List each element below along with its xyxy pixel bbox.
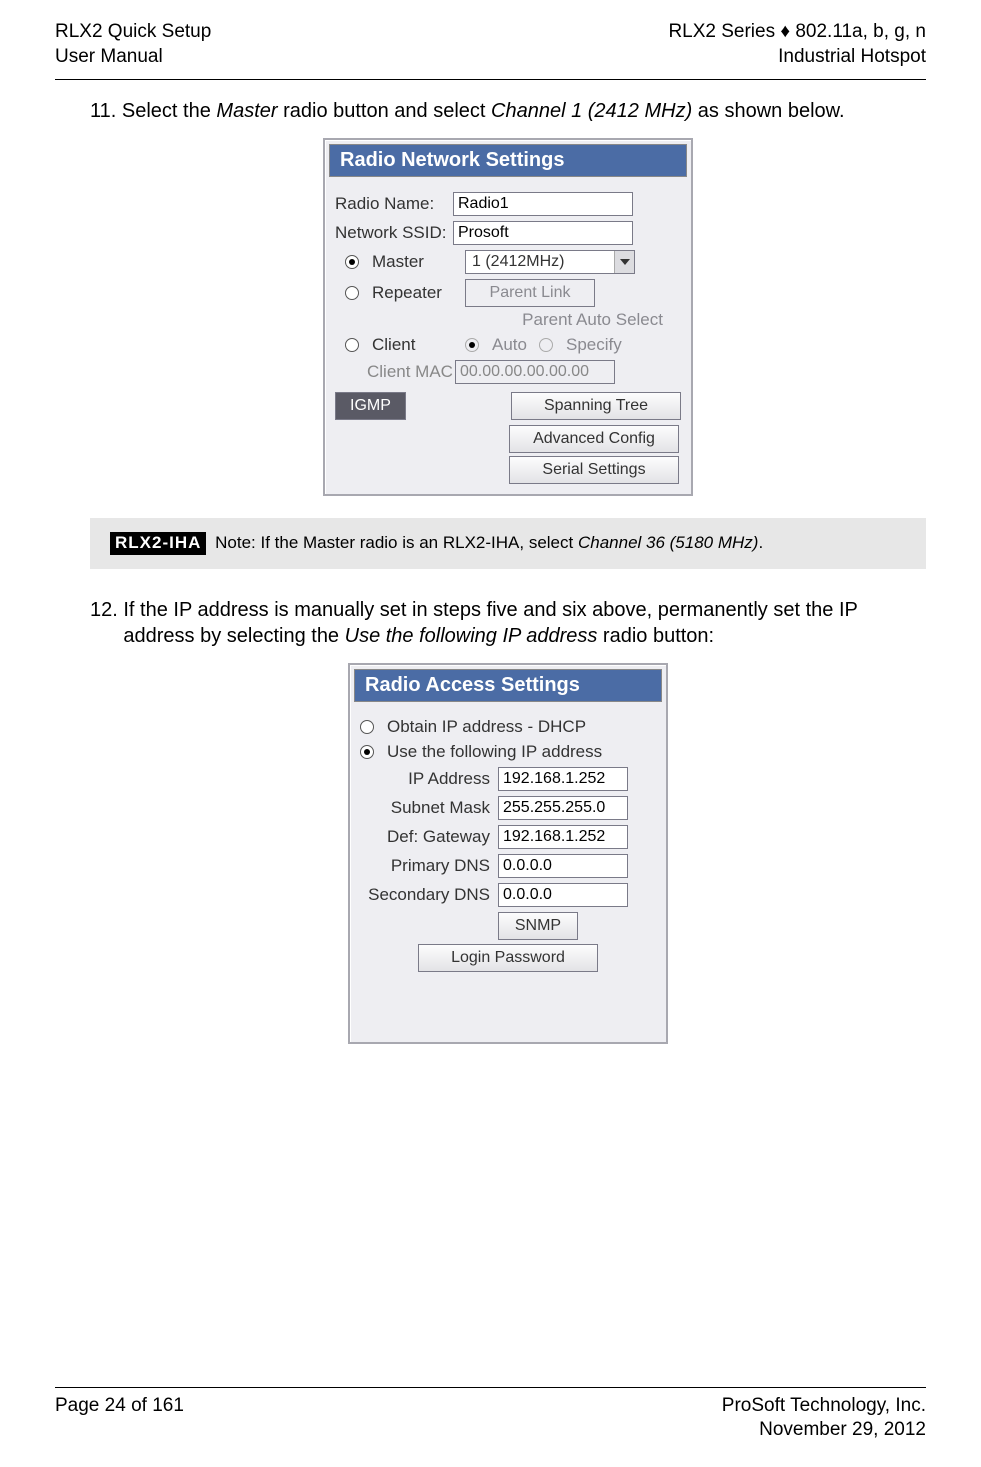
footer-left: Page 24 of 161	[55, 1394, 184, 1443]
client-label: Client	[372, 335, 457, 355]
use-ip-label: Use the following IP address	[387, 742, 602, 762]
master-row: Master 1 (2412MHz)	[345, 250, 681, 274]
channel-value: 1 (2412MHz)	[466, 253, 570, 271]
gateway-row: Def: Gateway	[360, 825, 656, 849]
radio-network-panel-wrap: Radio Network Settings Radio Name: Netwo…	[90, 138, 926, 496]
use-ip-row: Use the following IP address	[360, 742, 656, 762]
note-channel-italic: Channel 36 (5180 MHz)	[578, 533, 758, 552]
parent-link-button[interactable]: Parent Link	[465, 279, 595, 307]
note-box: RLX2-IHA Note: If the Master radio is an…	[90, 518, 926, 569]
dhcp-row: Obtain IP address - DHCP	[360, 717, 656, 737]
step-12: 12. If the IP address is manually set in…	[90, 597, 926, 649]
advanced-row: Advanced Config	[335, 425, 679, 453]
note-text-2: .	[758, 533, 763, 552]
login-password-button[interactable]: Login Password	[418, 944, 598, 972]
step-12-text: If the IP address is manually set in ste…	[123, 597, 903, 649]
header-right-line2: Industrial Hotspot	[668, 45, 926, 70]
parent-auto-text: Parent Auto Select	[522, 310, 663, 330]
advanced-config-button[interactable]: Advanced Config	[509, 425, 679, 453]
login-row: Login Password	[360, 944, 656, 972]
pdns-row: Primary DNS	[360, 854, 656, 878]
serial-settings-button[interactable]: Serial Settings	[509, 456, 679, 484]
step-12-number: 12.	[90, 597, 118, 623]
igmp-button[interactable]: IGMP	[335, 392, 406, 420]
client-mac-input[interactable]	[455, 360, 615, 384]
header-right: RLX2 Series ♦ 802.11a, b, g, n Industria…	[668, 20, 926, 69]
snmp-row: SNMP	[360, 912, 656, 940]
footer-divider	[55, 1387, 926, 1388]
radio-access-panel-wrap: Radio Access Settings Obtain IP address …	[90, 663, 926, 1044]
radio-access-title: Radio Access Settings	[354, 669, 662, 702]
radio-network-title: Radio Network Settings	[329, 144, 687, 177]
step-11-number: 11.	[90, 98, 116, 124]
dhcp-label: Obtain IP address - DHCP	[387, 717, 586, 737]
subnet-label: Subnet Mask	[360, 798, 490, 818]
repeater-radio[interactable]	[345, 286, 359, 300]
subnet-input[interactable]	[498, 796, 628, 820]
sdns-label: Secondary DNS	[360, 885, 490, 905]
auto-label: Auto	[492, 335, 527, 355]
note-text-1: Note: If the Master radio is an RLX2-IHA…	[215, 533, 578, 552]
sdns-row: Secondary DNS	[360, 883, 656, 907]
footer-right-line2: November 29, 2012	[722, 1418, 926, 1443]
specify-radio[interactable]	[539, 338, 553, 352]
snmp-button[interactable]: SNMP	[498, 912, 578, 940]
footer-right-line1: ProSoft Technology, Inc.	[722, 1394, 926, 1419]
header-divider	[55, 79, 926, 80]
radio-name-input[interactable]	[453, 192, 633, 216]
step-11: 11. Select the Master radio button and s…	[90, 98, 926, 124]
subnet-row: Subnet Mask	[360, 796, 656, 820]
step-11-text: Select the Master radio button and selec…	[122, 98, 902, 124]
dhcp-radio[interactable]	[360, 720, 374, 734]
page-footer: Page 24 of 161 ProSoft Technology, Inc. …	[55, 1387, 926, 1443]
radio-name-row: Radio Name:	[335, 192, 681, 216]
client-mac-label: Client MAC	[367, 362, 447, 382]
ip-address-row: IP Address	[360, 767, 656, 791]
repeater-label: Repeater	[372, 283, 457, 303]
pdns-input[interactable]	[498, 854, 628, 878]
rlx2-iha-badge: RLX2-IHA	[110, 532, 206, 555]
serial-row: Serial Settings	[335, 456, 679, 484]
spanning-tree-button[interactable]: Spanning Tree	[511, 392, 681, 420]
specify-label: Specify	[566, 335, 622, 355]
ssid-input[interactable]	[453, 221, 633, 245]
client-row: Client Auto Specify	[345, 335, 681, 355]
footer-row: Page 24 of 161 ProSoft Technology, Inc. …	[55, 1394, 926, 1443]
master-radio[interactable]	[345, 255, 359, 269]
radio-access-panel: Radio Access Settings Obtain IP address …	[348, 663, 668, 1044]
use-ip-radio[interactable]	[360, 745, 374, 759]
page-header: RLX2 Quick Setup User Manual RLX2 Series…	[55, 20, 926, 79]
radio-name-label: Radio Name:	[335, 194, 445, 214]
ssid-row: Network SSID:	[335, 221, 681, 245]
gateway-label: Def: Gateway	[360, 827, 490, 847]
master-label: Master	[372, 252, 457, 272]
radio-network-body: Radio Name: Network SSID: Master 1 (2412…	[325, 183, 691, 494]
repeater-row: Repeater Parent Link	[345, 279, 681, 307]
body-content: 11. Select the Master radio button and s…	[55, 98, 926, 1044]
radio-network-panel: Radio Network Settings Radio Name: Netwo…	[323, 138, 693, 496]
ssid-label: Network SSID:	[335, 223, 445, 243]
igmp-spanning-row: IGMP Spanning Tree	[335, 392, 681, 420]
client-mac-row: Client MAC	[367, 360, 681, 384]
client-radio[interactable]	[345, 338, 359, 352]
header-left-line1: RLX2 Quick Setup	[55, 20, 211, 45]
pdns-label: Primary DNS	[360, 856, 490, 876]
channel-select[interactable]: 1 (2412MHz)	[465, 250, 635, 274]
gateway-input[interactable]	[498, 825, 628, 849]
ip-address-label: IP Address	[360, 769, 490, 789]
parent-auto-row: Parent Auto Select	[335, 310, 663, 330]
header-left: RLX2 Quick Setup User Manual	[55, 20, 211, 69]
chevron-down-icon	[614, 251, 634, 273]
header-right-line1: RLX2 Series ♦ 802.11a, b, g, n	[668, 20, 926, 45]
footer-right: ProSoft Technology, Inc. November 29, 20…	[722, 1394, 926, 1443]
ip-address-input[interactable]	[498, 767, 628, 791]
header-left-line2: User Manual	[55, 45, 211, 70]
sdns-input[interactable]	[498, 883, 628, 907]
auto-radio[interactable]	[465, 338, 479, 352]
radio-access-body: Obtain IP address - DHCP Use the followi…	[350, 708, 666, 1042]
